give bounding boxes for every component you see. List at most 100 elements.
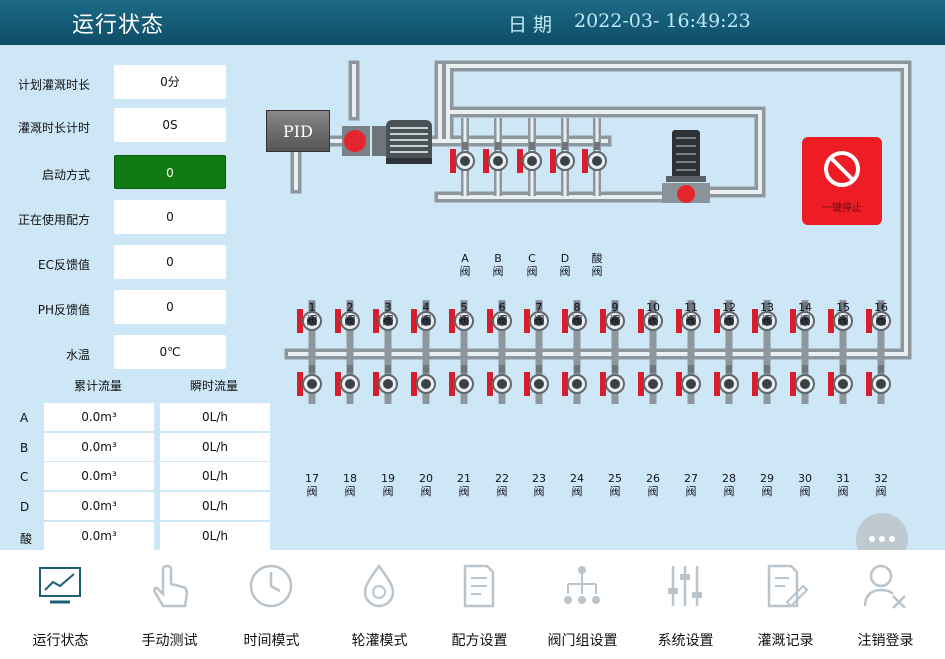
valve-suffix: 阀 (382, 485, 394, 498)
valve-suffix: 阀 (459, 265, 471, 278)
valve-number: 7 (535, 301, 543, 314)
zone-valve-label: 2阀 (340, 301, 360, 327)
valve-number: 21 (457, 472, 471, 485)
zone-valve-label: 9阀 (605, 301, 625, 327)
app-window: 运行状态 日期 2022-03- 16:49:23 计划灌溉时长 0分 灌溉时长计时… (0, 0, 945, 659)
nav-label: 灌溉记录 (757, 633, 814, 649)
zone-valve-label: 24 阀 (567, 472, 587, 498)
zone-valve-label: 22 阀 (492, 472, 512, 498)
valve-suffix: 阀 (533, 485, 545, 498)
valve-suffix: 阀 (647, 485, 659, 498)
valve-suffix: 阀 (799, 485, 811, 498)
clock-icon (249, 564, 293, 608)
valve-suffix: 阀 (458, 314, 470, 327)
monitor-chart-icon (39, 567, 81, 604)
zone-valve-30[interactable] (790, 365, 815, 396)
zone-valve-32[interactable] (866, 365, 891, 396)
mix-valve-label: 酸阀 (587, 252, 607, 278)
zone-valve-label: 11 阀 (681, 301, 701, 327)
zone-valve-17[interactable] (297, 365, 322, 396)
valve-number: 6 (498, 301, 506, 314)
nav-item-2[interactable]: 时间模式 (219, 550, 324, 659)
nav-item-6[interactable]: 系统设置 (633, 550, 738, 659)
zone-valve-28[interactable] (714, 365, 739, 396)
mix-valve-D[interactable] (550, 142, 575, 173)
mixing-pump-icon[interactable] (662, 130, 710, 203)
zone-valve-label: 4阀 (416, 301, 436, 327)
zone-valve-20[interactable] (411, 365, 436, 396)
valve-suffix: 阀 (609, 314, 621, 327)
zone-valve-26[interactable] (638, 365, 663, 396)
valve-suffix: 阀 (647, 314, 659, 327)
valve-number: A (461, 252, 469, 265)
valve-number: 10 (646, 301, 660, 314)
mix-valve-label: D阀 (555, 252, 575, 278)
mix-valve-label: B阀 (488, 252, 508, 278)
valve-number: 5 (460, 301, 468, 314)
valve-suffix: 阀 (458, 485, 470, 498)
zone-valve-label: 26 阀 (643, 472, 663, 498)
valve-suffix: 阀 (761, 314, 773, 327)
zone-valve-21[interactable] (449, 365, 474, 396)
valve-number: 14 (798, 301, 812, 314)
main-pump-icon[interactable] (342, 120, 432, 164)
valve-number: 11 (684, 301, 698, 314)
zone-valve-25[interactable] (600, 365, 625, 396)
mix-valve-B[interactable] (483, 142, 508, 173)
zone-valve-27[interactable] (676, 365, 701, 396)
zone-valve-label: 31 阀 (833, 472, 853, 498)
water-drop-icon (363, 563, 395, 608)
mix-valve-label: C阀 (522, 252, 542, 278)
mix-valve-C[interactable] (517, 142, 542, 173)
valve-suffix: 阀 (685, 485, 697, 498)
nav-label: 轮灌模式 (351, 633, 408, 649)
zone-valve-24[interactable] (562, 365, 587, 396)
zone-valve-29[interactable] (752, 365, 777, 396)
zone-valve-label: 12 阀 (719, 301, 739, 327)
pid-button[interactable]: PID (266, 110, 330, 152)
nav-item-5[interactable]: 阀门组设置 (530, 550, 635, 659)
nav-item-8[interactable]: 注销登录 (833, 550, 938, 659)
emergency-stop-button[interactable]: 一键停止 (802, 137, 882, 225)
zone-valve-label: 20 阀 (416, 472, 436, 498)
datetime-display: 2022-03- 16:49:23 (574, 10, 751, 32)
title-bar: 运行状态 日期 2022-03- 16:49:23 (0, 0, 945, 45)
valve-number: 32 (874, 472, 888, 485)
valve-number: 19 (381, 472, 395, 485)
bottom-nav: 运行状态 手动测试 时间模式 轮灌模式 配方设置 阀门组设置 系统设置 灌溉记录 注销登录 (0, 550, 945, 659)
nav-label: 手动测试 (141, 633, 198, 649)
valve-suffix: 阀 (492, 265, 504, 278)
valve-suffix: 阀 (382, 314, 394, 327)
hand-pointer-icon (153, 564, 189, 608)
zone-valve-label: 25 阀 (605, 472, 625, 498)
valve-number: 20 (419, 472, 433, 485)
zone-valve-31[interactable] (828, 365, 853, 396)
nav-item-3[interactable]: 轮灌模式 (327, 550, 432, 659)
zone-valve-label: 5阀 (454, 301, 474, 327)
mix-valve-A[interactable] (450, 142, 475, 173)
mix-valve-酸[interactable] (582, 142, 607, 173)
zone-valve-label: 18 阀 (340, 472, 360, 498)
nav-item-4[interactable]: 配方设置 (427, 550, 532, 659)
zone-valve-label: 16 阀 (871, 301, 891, 327)
zone-valve-label: 3阀 (378, 301, 398, 327)
valve-number: 8 (573, 301, 581, 314)
nav-item-7[interactable]: 灌溉记录 (733, 550, 838, 659)
nav-label: 配方设置 (451, 633, 508, 649)
nav-item-0[interactable]: 运行状态 (8, 550, 113, 659)
valve-number: 酸 (591, 252, 603, 265)
valve-number: 2 (346, 301, 354, 314)
valve-number: 9 (611, 301, 619, 314)
valve-suffix: 阀 (571, 485, 583, 498)
zone-valve-18[interactable] (335, 365, 360, 396)
zone-valve-19[interactable] (373, 365, 398, 396)
stop-icon (824, 151, 860, 187)
valve-suffix: 阀 (420, 314, 432, 327)
zone-valve-23[interactable] (524, 365, 549, 396)
stop-label: 一键停止 (822, 203, 862, 214)
zone-valve-label: 32 阀 (871, 472, 891, 498)
nav-item-1[interactable]: 手动测试 (117, 550, 222, 659)
valve-number: 17 (305, 472, 319, 485)
valve-suffix: 阀 (837, 485, 849, 498)
zone-valve-22[interactable] (487, 365, 512, 396)
